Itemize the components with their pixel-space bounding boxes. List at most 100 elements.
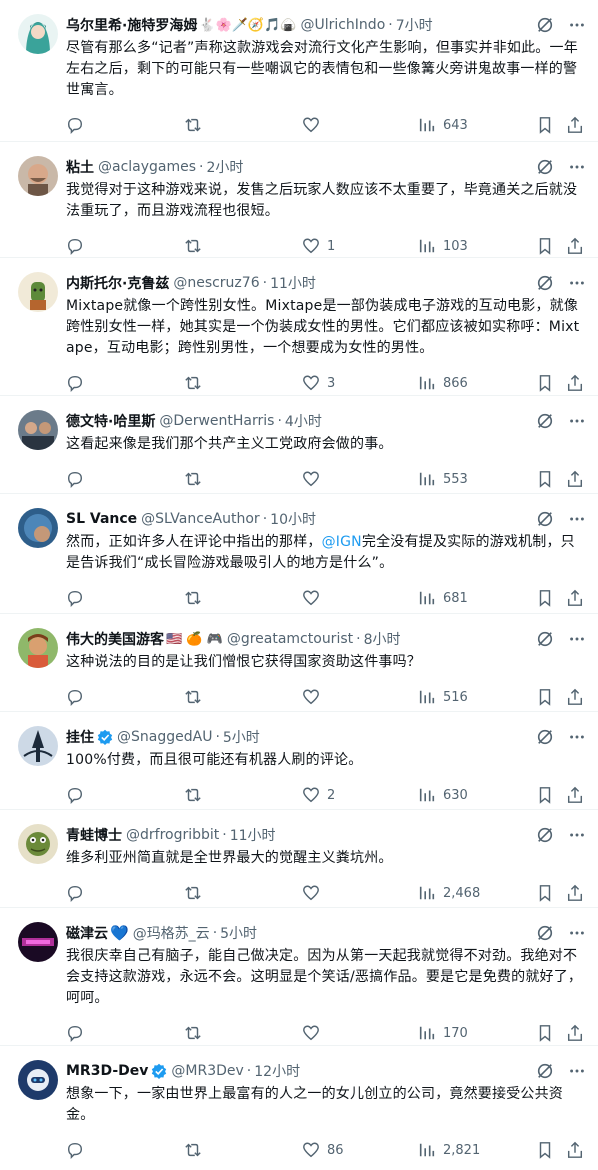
avatar[interactable] (18, 628, 58, 668)
retweet-button[interactable] (184, 237, 209, 255)
tweet[interactable]: SL Vance @SLVanceAuthor · 10小时 然而，正如许多人在… (0, 494, 598, 614)
avatar[interactable] (18, 1060, 58, 1100)
display-name[interactable]: 伟大的美国游客 (66, 629, 164, 649)
display-name[interactable]: 内斯托尔·克鲁兹 (66, 273, 169, 293)
retweet-button[interactable] (184, 116, 209, 134)
views-button[interactable]: 170 (418, 1024, 468, 1042)
bookmark-button[interactable] (536, 589, 554, 607)
like-button[interactable] (302, 688, 327, 706)
share-button[interactable] (566, 688, 584, 706)
retweet-button[interactable] (184, 688, 209, 706)
timestamp[interactable]: 8小时 (364, 629, 401, 649)
grok-icon[interactable] (536, 412, 554, 430)
avatar[interactable] (18, 824, 58, 864)
bookmark-button[interactable] (536, 374, 554, 392)
like-button[interactable] (302, 470, 327, 488)
share-button[interactable] (566, 116, 584, 134)
bookmark-button[interactable] (536, 1141, 554, 1159)
avatar[interactable] (18, 508, 58, 548)
views-button[interactable]: 866 (418, 374, 468, 392)
retweet-button[interactable] (184, 374, 209, 392)
more-icon[interactable] (568, 728, 586, 746)
reply-button[interactable] (66, 116, 91, 134)
bookmark-button[interactable] (536, 786, 554, 804)
reply-button[interactable] (66, 470, 91, 488)
retweet-button[interactable] (184, 1141, 209, 1159)
grok-icon[interactable] (536, 510, 554, 528)
avatar[interactable] (18, 14, 58, 54)
more-icon[interactable] (568, 274, 586, 292)
handle[interactable]: @DerwentHarris (159, 413, 274, 429)
display-name[interactable]: SL Vance (66, 511, 137, 527)
reply-button[interactable] (66, 1024, 91, 1042)
timestamp[interactable]: 4小时 (285, 411, 322, 431)
like-button[interactable] (302, 1024, 327, 1042)
reply-button[interactable] (66, 589, 91, 607)
mention-link[interactable]: @IGN (322, 534, 362, 550)
reply-button[interactable] (66, 786, 91, 804)
share-button[interactable] (566, 589, 584, 607)
more-icon[interactable] (568, 630, 586, 648)
retweet-button[interactable] (184, 786, 209, 804)
reply-button[interactable] (66, 237, 91, 255)
retweet-button[interactable] (184, 884, 209, 902)
more-icon[interactable] (568, 826, 586, 844)
like-button[interactable]: 86 (302, 1141, 344, 1159)
timestamp[interactable]: 2小时 (207, 157, 244, 177)
timestamp[interactable]: 12小时 (254, 1061, 300, 1081)
display-name[interactable]: MR3D-Dev (66, 1063, 148, 1079)
grok-icon[interactable] (536, 16, 554, 34)
more-icon[interactable] (568, 16, 586, 34)
tweet[interactable]: 伟大的美国游客 🇺🇸 🍊 🎮 @greatamctourist · 8小时 这种… (0, 614, 598, 712)
like-button[interactable] (302, 116, 327, 134)
handle[interactable]: @aclaygames (98, 159, 196, 175)
tweet[interactable]: 挂住 @SnaggedAU · 5小时 100%付费，而且很可能还有机器人刷的评… (0, 712, 598, 810)
share-button[interactable] (566, 884, 584, 902)
views-button[interactable]: 681 (418, 589, 468, 607)
views-button[interactable]: 2,821 (418, 1141, 480, 1159)
views-button[interactable]: 643 (418, 116, 468, 134)
views-button[interactable]: 2,468 (418, 884, 480, 902)
like-button[interactable] (302, 884, 327, 902)
share-button[interactable] (566, 1024, 584, 1042)
handle[interactable]: @玛格苏_云 (133, 923, 210, 943)
grok-icon[interactable] (536, 728, 554, 746)
timestamp[interactable]: 5小时 (220, 923, 257, 943)
handle[interactable]: @SLVanceAuthor (141, 511, 260, 527)
tweet[interactable]: 磁津云 💙 @玛格苏_云 · 5小时 我很庆幸自己有脑子，能自己做决定。因为从第… (0, 908, 598, 1046)
bookmark-button[interactable] (536, 470, 554, 488)
views-button[interactable]: 630 (418, 786, 468, 804)
share-button[interactable] (566, 470, 584, 488)
tweet[interactable]: 粘土 @aclaygames · 2小时 我觉得对于这种游戏来说，发售之后玩家人… (0, 142, 598, 258)
grok-icon[interactable] (536, 274, 554, 292)
display-name[interactable]: 乌尔里希·施特罗海姆 (66, 15, 197, 35)
handle[interactable]: @MR3Dev (171, 1063, 243, 1079)
like-button[interactable]: 2 (302, 786, 335, 804)
grok-icon[interactable] (536, 158, 554, 176)
timestamp[interactable]: 10小时 (270, 509, 316, 529)
handle[interactable]: @drfrogribbit (126, 827, 219, 843)
reply-button[interactable] (66, 884, 91, 902)
tweet[interactable]: 德文特·哈里斯 @DerwentHarris · 4小时 这看起来像是我们那个共… (0, 396, 598, 494)
bookmark-button[interactable] (536, 1024, 554, 1042)
tweet[interactable]: MR3D-Dev @MR3Dev · 12小时 想象一下，一家由世界上最富有的人… (0, 1046, 598, 1166)
more-icon[interactable] (568, 158, 586, 176)
views-button[interactable]: 516 (418, 688, 468, 706)
like-button[interactable] (302, 589, 327, 607)
avatar[interactable] (18, 156, 58, 196)
views-button[interactable]: 103 (418, 237, 468, 255)
timestamp[interactable]: 11小时 (230, 825, 276, 845)
avatar[interactable] (18, 410, 58, 450)
bookmark-button[interactable] (536, 237, 554, 255)
like-button[interactable]: 3 (302, 374, 335, 392)
display-name[interactable]: 磁津云 (66, 923, 108, 943)
bookmark-button[interactable] (536, 688, 554, 706)
share-button[interactable] (566, 374, 584, 392)
share-button[interactable] (566, 237, 584, 255)
bookmark-button[interactable] (536, 884, 554, 902)
timestamp[interactable]: 5小时 (223, 727, 260, 747)
views-button[interactable]: 553 (418, 470, 468, 488)
display-name[interactable]: 挂住 (66, 727, 94, 747)
grok-icon[interactable] (536, 826, 554, 844)
share-button[interactable] (566, 1141, 584, 1159)
